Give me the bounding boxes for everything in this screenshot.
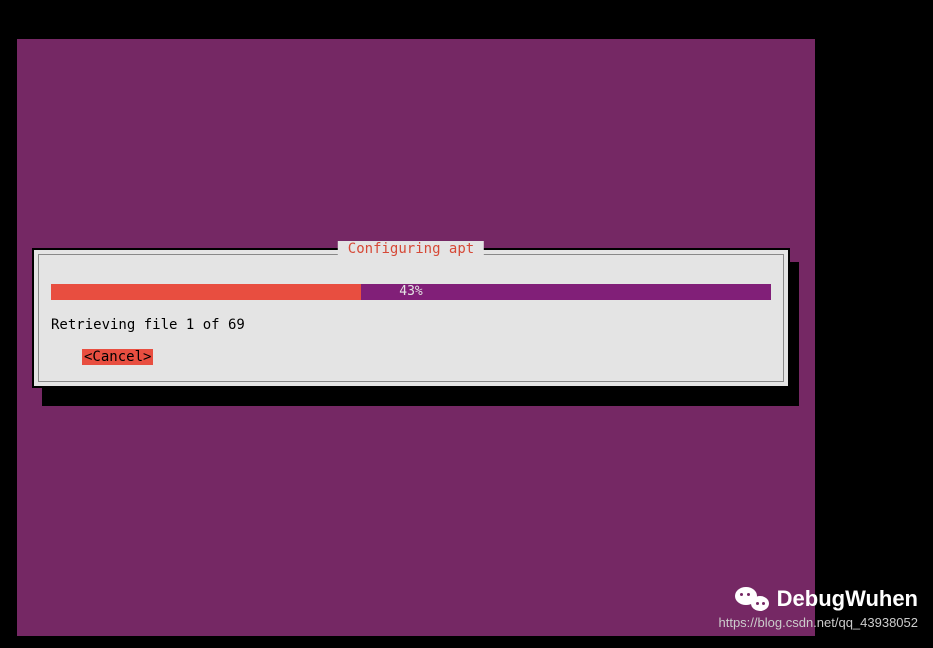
watermark-author-name: DebugWuhen bbox=[777, 586, 918, 612]
dialog-title: Configuring apt bbox=[338, 241, 484, 257]
cancel-button[interactable]: <Cancel> bbox=[82, 349, 153, 365]
dialog-inner-border: 43% Retrieving file 1 of 69 <Cancel> bbox=[38, 254, 784, 382]
retrieving-status-text: Retrieving file 1 of 69 bbox=[51, 317, 245, 333]
progress-percent-label: 43% bbox=[399, 284, 422, 300]
progress-bar-fill bbox=[51, 284, 361, 300]
progress-bar: 43% bbox=[51, 284, 771, 300]
apt-config-dialog: Configuring apt 43% Retrieving file 1 of… bbox=[32, 248, 790, 388]
watermark-author: DebugWuhen bbox=[719, 585, 919, 613]
watermark: DebugWuhen https://blog.csdn.net/qq_4393… bbox=[719, 585, 919, 630]
watermark-url: https://blog.csdn.net/qq_43938052 bbox=[719, 615, 919, 630]
wechat-icon bbox=[735, 585, 769, 613]
